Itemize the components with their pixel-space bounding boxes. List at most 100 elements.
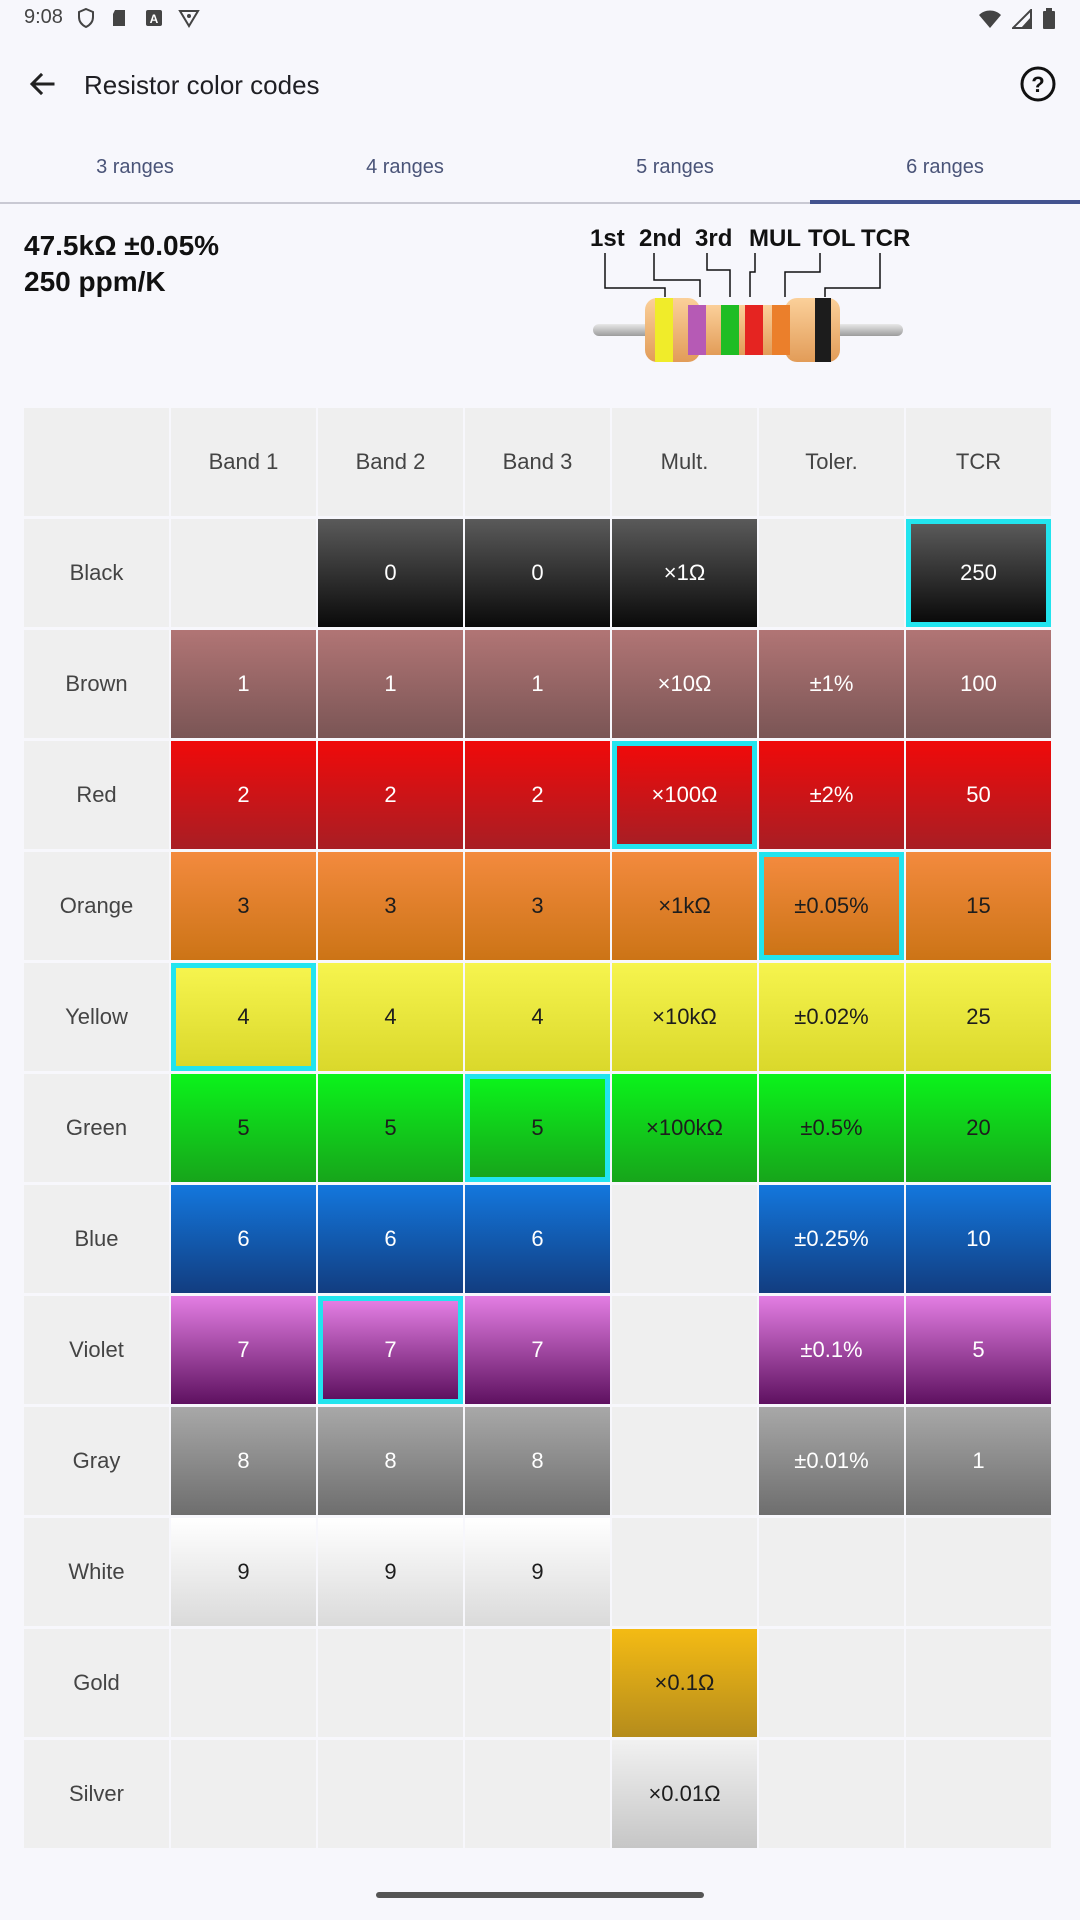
- color-cell-violet-multiplier: [612, 1296, 757, 1404]
- row-label-gold: Gold: [24, 1629, 169, 1737]
- resistor-diagram: 1st 2nd 3rd MUL TOL TCR: [585, 225, 915, 365]
- color-cell-violet-band-1[interactable]: 7: [171, 1296, 316, 1404]
- color-cell-red-band-3[interactable]: 2: [465, 741, 610, 849]
- page-title: Resistor color codes: [84, 70, 320, 100]
- color-cell-orange-multiplier[interactable]: ×1kΩ: [612, 852, 757, 960]
- color-cell-violet-band-2[interactable]: 7: [318, 1296, 463, 1404]
- vpn-icon: [178, 8, 200, 28]
- color-cell-red-band-1[interactable]: 2: [171, 741, 316, 849]
- home-indicator[interactable]: [376, 1892, 704, 1898]
- color-cell-white-tcr: [906, 1518, 1051, 1626]
- color-cell-orange-band-2[interactable]: 3: [318, 852, 463, 960]
- column-header-multiplier: Mult.: [612, 408, 757, 516]
- color-cell-yellow-band-1[interactable]: 4: [171, 963, 316, 1071]
- battery-icon: [1042, 8, 1056, 35]
- color-cell-white-band-2[interactable]: 9: [318, 1518, 463, 1626]
- color-cell-silver-band-2: [318, 1740, 463, 1848]
- color-cell-black-band-3[interactable]: 0: [465, 519, 610, 627]
- color-cell-orange-tcr[interactable]: 15: [906, 852, 1051, 960]
- color-cell-orange-tolerance[interactable]: ±0.05%: [759, 852, 904, 960]
- color-cell-silver-multiplier[interactable]: ×0.01Ω: [612, 1740, 757, 1848]
- color-cell-black-tcr[interactable]: 250: [906, 519, 1051, 627]
- color-cell-red-tolerance[interactable]: ±2%: [759, 741, 904, 849]
- app-bar: Resistor color codes ?: [0, 44, 1080, 124]
- color-cell-red-band-2[interactable]: 2: [318, 741, 463, 849]
- color-cell-yellow-band-3[interactable]: 4: [465, 963, 610, 1071]
- color-cell-gray-tolerance[interactable]: ±0.01%: [759, 1407, 904, 1515]
- row-label-silver: Silver: [24, 1740, 169, 1848]
- color-cell-gray-band-2[interactable]: 8: [318, 1407, 463, 1515]
- color-cell-blue-tolerance[interactable]: ±0.25%: [759, 1185, 904, 1293]
- result-tcr: 250 ppm/K: [24, 266, 166, 297]
- color-cell-white-band-3[interactable]: 9: [465, 1518, 610, 1626]
- color-cell-brown-band-1[interactable]: 1: [171, 630, 316, 738]
- color-cell-blue-band-3[interactable]: 6: [465, 1185, 610, 1293]
- color-cell-blue-band-1[interactable]: 6: [171, 1185, 316, 1293]
- color-cell-brown-multiplier[interactable]: ×10Ω: [612, 630, 757, 738]
- color-cell-violet-tolerance[interactable]: ±0.1%: [759, 1296, 904, 1404]
- back-button[interactable]: [18, 62, 66, 110]
- column-header-band-3: Band 3: [465, 408, 610, 516]
- color-cell-green-band-3[interactable]: 5: [465, 1074, 610, 1182]
- row-label-yellow: Yellow: [24, 963, 169, 1071]
- color-cell-blue-tcr[interactable]: 10: [906, 1185, 1051, 1293]
- color-cell-gray-multiplier: [612, 1407, 757, 1515]
- shield-icon: [76, 7, 96, 29]
- color-cell-white-band-1[interactable]: 9: [171, 1518, 316, 1626]
- color-cell-blue-band-2[interactable]: 6: [318, 1185, 463, 1293]
- color-cell-gray-band-3[interactable]: 8: [465, 1407, 610, 1515]
- color-cell-red-tcr[interactable]: 50: [906, 741, 1051, 849]
- color-cell-gold-band-3: [465, 1629, 610, 1737]
- arrow-back-icon: [27, 69, 57, 104]
- color-cell-gray-tcr[interactable]: 1: [906, 1407, 1051, 1515]
- color-cell-gold-tolerance: [759, 1629, 904, 1737]
- row-label-black: Black: [24, 519, 169, 627]
- color-cell-blue-multiplier: [612, 1185, 757, 1293]
- signal-icon: [1010, 7, 1032, 34]
- color-cell-gold-band-1: [171, 1629, 316, 1737]
- row-label-gray: Gray: [24, 1407, 169, 1515]
- color-cell-white-tolerance: [759, 1518, 904, 1626]
- color-cell-yellow-tcr[interactable]: 25: [906, 963, 1051, 1071]
- row-label-red: Red: [24, 741, 169, 849]
- range-tabs: 3 ranges 4 ranges 5 ranges 6 ranges: [0, 140, 1080, 204]
- color-cell-green-band-1[interactable]: 5: [171, 1074, 316, 1182]
- tab-5-ranges[interactable]: 5 ranges: [540, 140, 810, 202]
- color-cell-yellow-multiplier[interactable]: ×10kΩ: [612, 963, 757, 1071]
- color-cell-yellow-band-2[interactable]: 4: [318, 963, 463, 1071]
- color-cell-green-band-2[interactable]: 5: [318, 1074, 463, 1182]
- color-cell-green-tolerance[interactable]: ±0.5%: [759, 1074, 904, 1182]
- status-time: 9:08: [24, 6, 63, 28]
- color-cell-gold-multiplier[interactable]: ×0.1Ω: [612, 1629, 757, 1737]
- help-circle-icon: ?: [1019, 65, 1057, 108]
- tab-6-ranges[interactable]: 6 ranges: [810, 140, 1080, 204]
- color-cell-black-multiplier[interactable]: ×1Ω: [612, 519, 757, 627]
- resistor-band-2nd: [688, 305, 706, 355]
- color-cell-silver-tolerance: [759, 1740, 904, 1848]
- row-label-green: Green: [24, 1074, 169, 1182]
- row-label-violet: Violet: [24, 1296, 169, 1404]
- color-cell-gold-tcr: [906, 1629, 1051, 1737]
- color-cell-orange-band-1[interactable]: 3: [171, 852, 316, 960]
- color-cell-green-multiplier[interactable]: ×100kΩ: [612, 1074, 757, 1182]
- svg-text:A: A: [150, 12, 159, 26]
- color-cell-brown-tcr[interactable]: 100: [906, 630, 1051, 738]
- color-cell-green-tcr[interactable]: 20: [906, 1074, 1051, 1182]
- resistor-band-tol: [772, 305, 790, 355]
- color-cell-brown-band-3[interactable]: 1: [465, 630, 610, 738]
- column-header-tcr: TCR: [906, 408, 1051, 516]
- color-cell-yellow-tolerance[interactable]: ±0.02%: [759, 963, 904, 1071]
- color-cell-gray-band-1[interactable]: 8: [171, 1407, 316, 1515]
- color-cell-brown-band-2[interactable]: 1: [318, 630, 463, 738]
- color-cell-red-multiplier[interactable]: ×100Ω: [612, 741, 757, 849]
- color-cell-violet-tcr[interactable]: 5: [906, 1296, 1051, 1404]
- color-cell-brown-tolerance[interactable]: ±1%: [759, 630, 904, 738]
- tab-3-ranges[interactable]: 3 ranges: [0, 140, 270, 202]
- tab-4-ranges[interactable]: 4 ranges: [270, 140, 540, 202]
- help-button[interactable]: ?: [1014, 62, 1062, 110]
- color-cell-violet-band-3[interactable]: 7: [465, 1296, 610, 1404]
- color-cell-black-band-2[interactable]: 0: [318, 519, 463, 627]
- sd-card-icon: [110, 8, 130, 28]
- result-resistance: 47.5kΩ ±0.05%: [24, 230, 220, 261]
- color-cell-orange-band-3[interactable]: 3: [465, 852, 610, 960]
